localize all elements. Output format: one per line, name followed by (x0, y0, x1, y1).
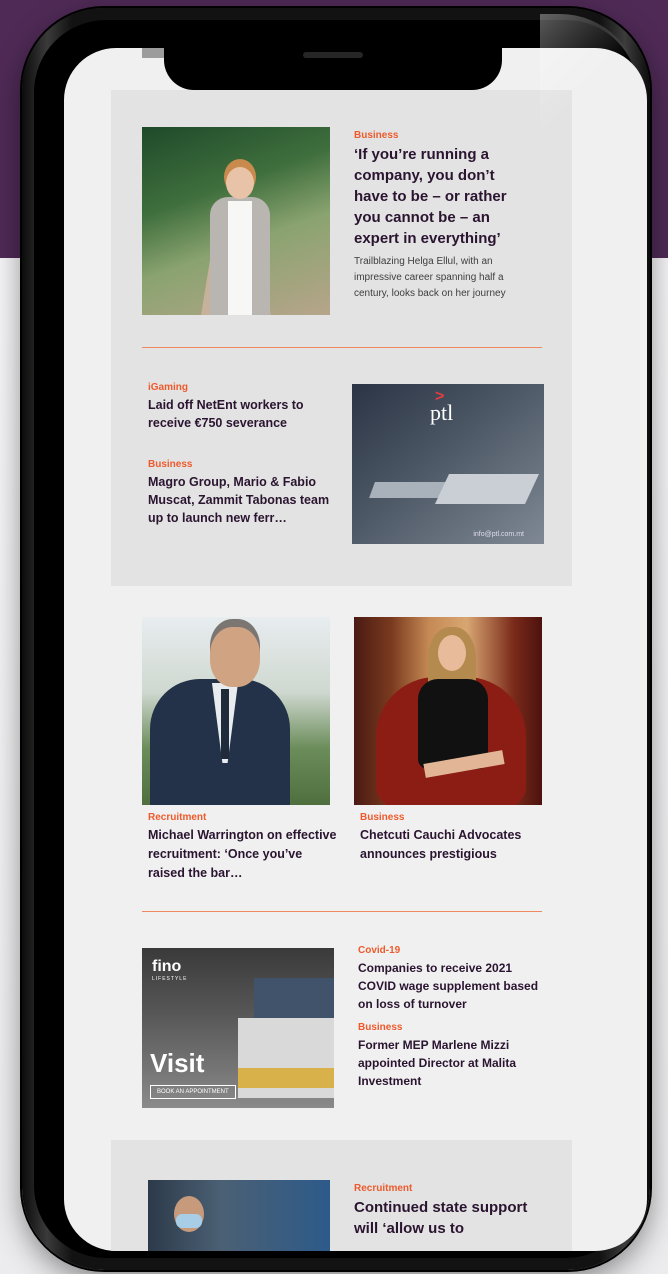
speaker-grille (303, 52, 363, 58)
article-category[interactable]: Business (360, 812, 404, 823)
fino-logo: fino LIFESTYLE (152, 958, 188, 982)
section-divider (142, 347, 542, 348)
article-image-continued-support[interactable] (148, 1180, 330, 1251)
ptl-logo: ptl (430, 400, 454, 425)
article-category[interactable]: Recruitment (148, 812, 206, 823)
article-category[interactable]: iGaming (148, 382, 188, 393)
article-image-michael-warrington[interactable] (142, 617, 330, 805)
article-category[interactable]: Business (148, 459, 192, 470)
ptl-advertisement[interactable]: > ptl info@ptl.com.mt (352, 384, 544, 544)
article-headline[interactable]: Former MEP Marlene Mizzi appointed Direc… (358, 1036, 544, 1090)
article-image-helga-ellul[interactable] (142, 127, 330, 315)
article-headline[interactable]: Michael Warrington on effective recruitm… (148, 826, 338, 883)
fino-visit-text: Visit (150, 1048, 205, 1078)
article-headline[interactable]: Companies to receive 2021 COVID wage sup… (358, 959, 544, 1013)
ptl-email: info@ptl.com.mt (473, 531, 524, 538)
article-summary: Trailblazing Helga Ellul, with an impres… (354, 256, 506, 299)
article-category[interactable]: Business (354, 130, 398, 141)
section-divider (142, 911, 542, 912)
article-headline[interactable]: Magro Group, Mario & Fabio Muscat, Zammi… (148, 473, 334, 527)
article-headline[interactable]: ‘If you’re running a company, you don’t … (354, 144, 524, 249)
article-category[interactable]: Business (358, 1022, 402, 1033)
article-category[interactable]: Covid-19 (358, 945, 400, 956)
phone-notch (164, 40, 502, 90)
article-image-chetcuti-cauchi[interactable] (354, 617, 542, 805)
article-headline[interactable]: Laid off NetEnt workers to receive €750 … (148, 396, 328, 432)
article-headline[interactable]: Continued state support will ‘allow us t… (354, 1197, 544, 1239)
book-appointment-button[interactable]: BOOK AN APPOINTMENT (150, 1085, 236, 1099)
article-headline[interactable]: Chetcuti Cauchi Advocates announces pres… (360, 826, 546, 864)
phone-screen: Business ‘If you’re running a company, y… (64, 48, 647, 1251)
fino-advertisement[interactable]: fino LIFESTYLE Visit BOOK AN APPOINTMENT (142, 948, 334, 1108)
article-category[interactable]: Recruitment (354, 1183, 412, 1194)
